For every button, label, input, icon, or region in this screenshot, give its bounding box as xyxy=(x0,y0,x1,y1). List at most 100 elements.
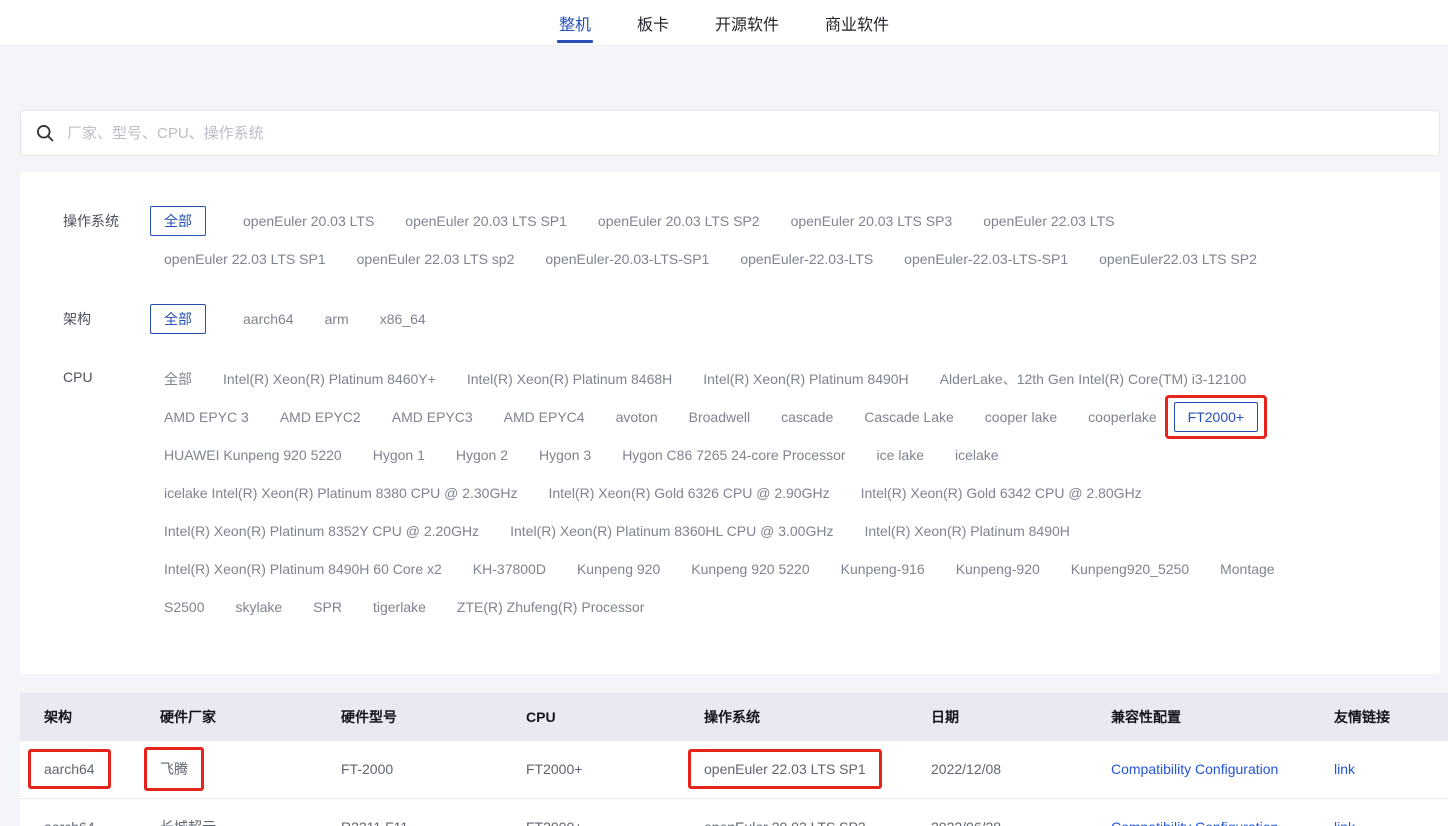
filter-option[interactable]: AMD EPYC2 xyxy=(280,409,361,425)
filter-option[interactable]: Kunpeng-916 xyxy=(841,561,925,577)
filter-option-selected[interactable]: 全部 xyxy=(150,304,206,334)
filter-option-selected[interactable]: FT2000+ xyxy=(1174,402,1258,432)
table-cell: R2211 F11 xyxy=(341,798,526,826)
filter-option[interactable]: Hygon 3 xyxy=(539,447,591,463)
filter-option[interactable]: openEuler-22.03-LTS-SP1 xyxy=(904,251,1068,267)
table-cell: link xyxy=(1334,798,1448,826)
filter-option[interactable]: AlderLake、12th Gen Intel(R) Core(TM) i3-… xyxy=(940,369,1247,389)
friendly-link[interactable]: link xyxy=(1334,819,1355,826)
table-cell: aarch64 xyxy=(20,741,160,798)
filter-option[interactable]: KH-37800D xyxy=(473,561,546,577)
filter-option[interactable]: Intel(R) Xeon(R) Platinum 8490H xyxy=(703,371,908,387)
cell-text: aarch64 xyxy=(44,819,95,826)
filter-option[interactable]: AMD EPYC4 xyxy=(504,409,585,425)
results-table: 架构硬件厂家硬件型号CPU操作系统日期兼容性配置友情链接 aarch64飞腾FT… xyxy=(20,693,1448,826)
table-cell: 长城超云 xyxy=(160,798,341,826)
filter-option[interactable]: x86_64 xyxy=(380,311,426,327)
column-header[interactable]: 友情链接 xyxy=(1334,693,1448,741)
filter-option-row: HUAWEI Kunpeng 920 5220 Hygon 1 Hygon 2 Hyg… xyxy=(164,436,1410,474)
filter-option[interactable]: icelake Intel(R) Xeon(R) Platinum 8380 C… xyxy=(164,485,517,501)
filter-option[interactable]: openEuler 20.03 LTS SP3 xyxy=(791,213,953,229)
filter-option[interactable]: openEuler 22.03 LTS xyxy=(983,213,1114,229)
filter-option[interactable]: avoton xyxy=(616,409,658,425)
search-input[interactable] xyxy=(67,125,1425,142)
filter-option[interactable]: openEuler 22.03 LTS SP1 xyxy=(164,251,326,267)
filter-option[interactable]: openEuler22.03 LTS SP2 xyxy=(1099,251,1257,267)
filter-option[interactable]: Hygon C86 7265 24-core Processor xyxy=(622,447,845,463)
filter-option-row: AMD EPYC 3 AMD EPYC2 AMD EPYC3 AMD EPYC4 avo… xyxy=(164,398,1410,436)
filter-option[interactable]: Kunpeng-920 xyxy=(956,561,1040,577)
filter-option[interactable]: openEuler-20.03-LTS-SP1 xyxy=(545,251,709,267)
filter-option[interactable]: Kunpeng 920 xyxy=(577,561,660,577)
column-header[interactable]: 架构 xyxy=(20,693,160,741)
red-annotation-box: FT2000+ xyxy=(1174,402,1258,432)
table-cell: Compatibility Configuration xyxy=(1111,741,1334,798)
table-cell: link xyxy=(1334,741,1448,798)
filter-option[interactable]: HUAWEI Kunpeng 920 5220 xyxy=(164,447,342,463)
filter-option[interactable]: ZTE(R) Zhufeng(R) Processor xyxy=(457,599,644,615)
filter-option[interactable]: Intel(R) Xeon(R) Platinum 8360HL CPU @ 3… xyxy=(510,523,833,539)
table-cell: FT2000+ xyxy=(526,741,704,798)
filter-option[interactable]: Intel(R) Xeon(R) Gold 6326 CPU @ 2.90GHz xyxy=(548,485,829,501)
table-cell: openEuler 22.03 LTS SP1 xyxy=(704,741,931,798)
red-annotation-box: aarch64 xyxy=(44,761,95,777)
filter-option[interactable]: Intel(R) Xeon(R) Platinum 8460Y+ xyxy=(223,371,436,387)
filter-option[interactable]: Intel(R) Xeon(R) Platinum 8490H 60 Core … xyxy=(164,561,442,577)
filter-option-row: 全部aarch64armx86_64 xyxy=(164,300,1410,338)
tab-whole-machine[interactable]: 整机 xyxy=(557,0,593,45)
filter-panel: 操作系统全部openEuler 20.03 LTSopenEuler 20.03… xyxy=(20,172,1440,674)
filter-option[interactable]: openEuler 20.03 LTS SP1 xyxy=(405,213,567,229)
filter-option[interactable]: skylake xyxy=(235,599,282,615)
search-icon xyxy=(35,123,55,143)
column-header[interactable]: CPU xyxy=(526,693,704,741)
cell-text: FT2000+ xyxy=(526,761,582,777)
filter-option[interactable]: openEuler 20.03 LTS SP2 xyxy=(598,213,760,229)
filter-option[interactable]: Intel(R) Xeon(R) Platinum 8352Y CPU @ 2.… xyxy=(164,523,479,539)
column-header[interactable]: 操作系统 xyxy=(704,693,931,741)
filter-option[interactable]: Intel(R) Xeon(R) Platinum 8490H xyxy=(864,523,1069,539)
table-row: aarch64飞腾FT-2000FT2000+openEuler 22.03 L… xyxy=(20,741,1448,798)
filter-group-label: CPU xyxy=(63,360,164,626)
tab-boards[interactable]: 板卡 xyxy=(635,0,671,45)
filter-option[interactable]: arm xyxy=(325,311,349,327)
filter-option[interactable]: cooperlake xyxy=(1088,409,1157,425)
table-cell: Compatibility Configuration xyxy=(1111,798,1334,826)
filter-option[interactable]: S2500 xyxy=(164,599,204,615)
column-header[interactable]: 日期 xyxy=(931,693,1111,741)
tab-open-source-software[interactable]: 开源软件 xyxy=(713,0,781,45)
filter-option[interactable]: Hygon 1 xyxy=(373,447,425,463)
filter-option-row: Intel(R) Xeon(R) Platinum 8352Y CPU @ 2.… xyxy=(164,512,1410,550)
filter-option[interactable]: aarch64 xyxy=(243,311,294,327)
filter-group: CPU全部 Intel(R) Xeon(R) Platinum 8460Y+ Int… xyxy=(63,360,1410,626)
filter-option[interactable]: icelake xyxy=(955,447,999,463)
column-header[interactable]: 硬件型号 xyxy=(341,693,526,741)
filter-option[interactable]: Montage xyxy=(1220,561,1274,577)
tab-commercial-software[interactable]: 商业软件 xyxy=(823,0,891,45)
filter-option[interactable]: 全部 xyxy=(164,369,192,389)
filter-option[interactable]: cascade xyxy=(781,409,833,425)
filter-option[interactable]: Kunpeng920_5250 xyxy=(1071,561,1189,577)
filter-option[interactable]: openEuler-22.03-LTS xyxy=(740,251,873,267)
filter-option[interactable]: tigerlake xyxy=(373,599,426,615)
filter-option[interactable]: openEuler 22.03 LTS sp2 xyxy=(357,251,515,267)
column-header[interactable]: 兼容性配置 xyxy=(1111,693,1334,741)
table-cell: 2022/12/08 xyxy=(931,741,1111,798)
filter-option[interactable]: AMD EPYC 3 xyxy=(164,409,249,425)
filter-option[interactable]: ice lake xyxy=(877,447,924,463)
friendly-link[interactable]: link xyxy=(1334,761,1355,777)
filter-option[interactable]: Intel(R) Xeon(R) Gold 6342 CPU @ 2.80GHz xyxy=(861,485,1142,501)
column-header[interactable]: 硬件厂家 xyxy=(160,693,341,741)
filter-option[interactable]: Cascade Lake xyxy=(864,409,954,425)
filter-option[interactable]: openEuler 20.03 LTS xyxy=(243,213,374,229)
filter-option-selected[interactable]: 全部 xyxy=(150,206,206,236)
filter-option[interactable]: Broadwell xyxy=(689,409,750,425)
filter-option[interactable]: Kunpeng 920 5220 xyxy=(691,561,809,577)
table-cell: FT-2000 xyxy=(341,741,526,798)
compatibility-link[interactable]: Compatibility Configuration xyxy=(1111,819,1278,826)
filter-option[interactable]: Intel(R) Xeon(R) Platinum 8468H xyxy=(467,371,672,387)
filter-option[interactable]: cooper lake xyxy=(985,409,1057,425)
filter-option[interactable]: SPR xyxy=(313,599,342,615)
compatibility-link[interactable]: Compatibility Configuration xyxy=(1111,761,1278,777)
filter-option[interactable]: AMD EPYC3 xyxy=(392,409,473,425)
filter-option[interactable]: Hygon 2 xyxy=(456,447,508,463)
